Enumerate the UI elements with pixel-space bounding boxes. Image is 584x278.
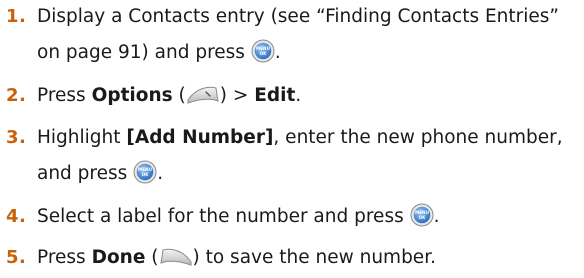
step-text-segment: Highlight <box>37 127 121 148</box>
step-line: Press Options ( ) > Edit. <box>37 84 582 108</box>
done-label: Done <box>91 247 146 268</box>
step-text-segment: ) > <box>219 85 249 106</box>
instruction-steps: 1. Display a Contacts entry (see “Findin… <box>0 0 584 278</box>
step-text-segment: . <box>157 163 164 184</box>
step-text: Select a label for the number and press … <box>37 203 582 229</box>
step-text-segment: Press <box>37 85 86 106</box>
step-text-segment: Display a Contacts entry (see “Finding C… <box>37 6 560 27</box>
step-text-segment: ( <box>145 247 159 268</box>
step-line: Select a label for the number and press … <box>37 203 582 229</box>
step-text-segment: , enter the new phone number, <box>273 127 563 148</box>
step-text-segment: ) to save the new number. <box>192 247 436 268</box>
step-line: Display a Contacts entry (see “Finding C… <box>37 5 582 29</box>
step-number: 3. <box>6 127 27 148</box>
step-text-segment: Press <box>37 247 86 268</box>
svg-text:OK: OK <box>418 215 426 220</box>
step-text-segment: on page 91) and press <box>37 42 245 63</box>
step-number: 2. <box>6 85 27 106</box>
step-number: 1. <box>6 6 27 27</box>
step-text-segment: Select a label for the number and press <box>37 206 404 227</box>
step-line: and press MENU OK. <box>37 160 582 186</box>
svg-text:OK: OK <box>259 51 267 56</box>
step-line: Highlight [Add Number], enter the new ph… <box>37 126 582 150</box>
step-text: Highlight [Add Number], enter the new ph… <box>37 126 582 186</box>
step-line: Press Done ( ) to save the new number. <box>37 246 582 270</box>
step-text: Press Done ( ) to save the new number. <box>37 246 582 270</box>
step-text-segment: and press <box>37 163 128 184</box>
left-softkey-icon <box>159 245 193 267</box>
step-text: Press Options ( ) > Edit. <box>37 84 582 108</box>
step-number: 5. <box>6 247 27 268</box>
step-text-segment: . <box>295 85 302 106</box>
menu-ok-button-icon: MENU OK <box>251 39 275 63</box>
step-text-segment: ( <box>172 85 186 106</box>
edit-label: Edit <box>254 85 296 106</box>
menu-ok-button-icon: MENU OK <box>133 160 157 184</box>
right-softkey-icon <box>186 83 220 105</box>
step-text-segment: . <box>433 206 440 227</box>
step-text-segment: . <box>274 42 281 63</box>
step-line: on page 91) and press MENU OK. <box>37 39 582 65</box>
svg-text:OK: OK <box>142 172 150 177</box>
step-text: Display a Contacts entry (see “Finding C… <box>37 5 582 65</box>
options-label: Options <box>91 85 173 106</box>
step-number: 4. <box>6 206 27 227</box>
add-number-label: [Add Number] <box>126 127 274 148</box>
menu-ok-button-icon: MENU OK <box>410 203 434 227</box>
